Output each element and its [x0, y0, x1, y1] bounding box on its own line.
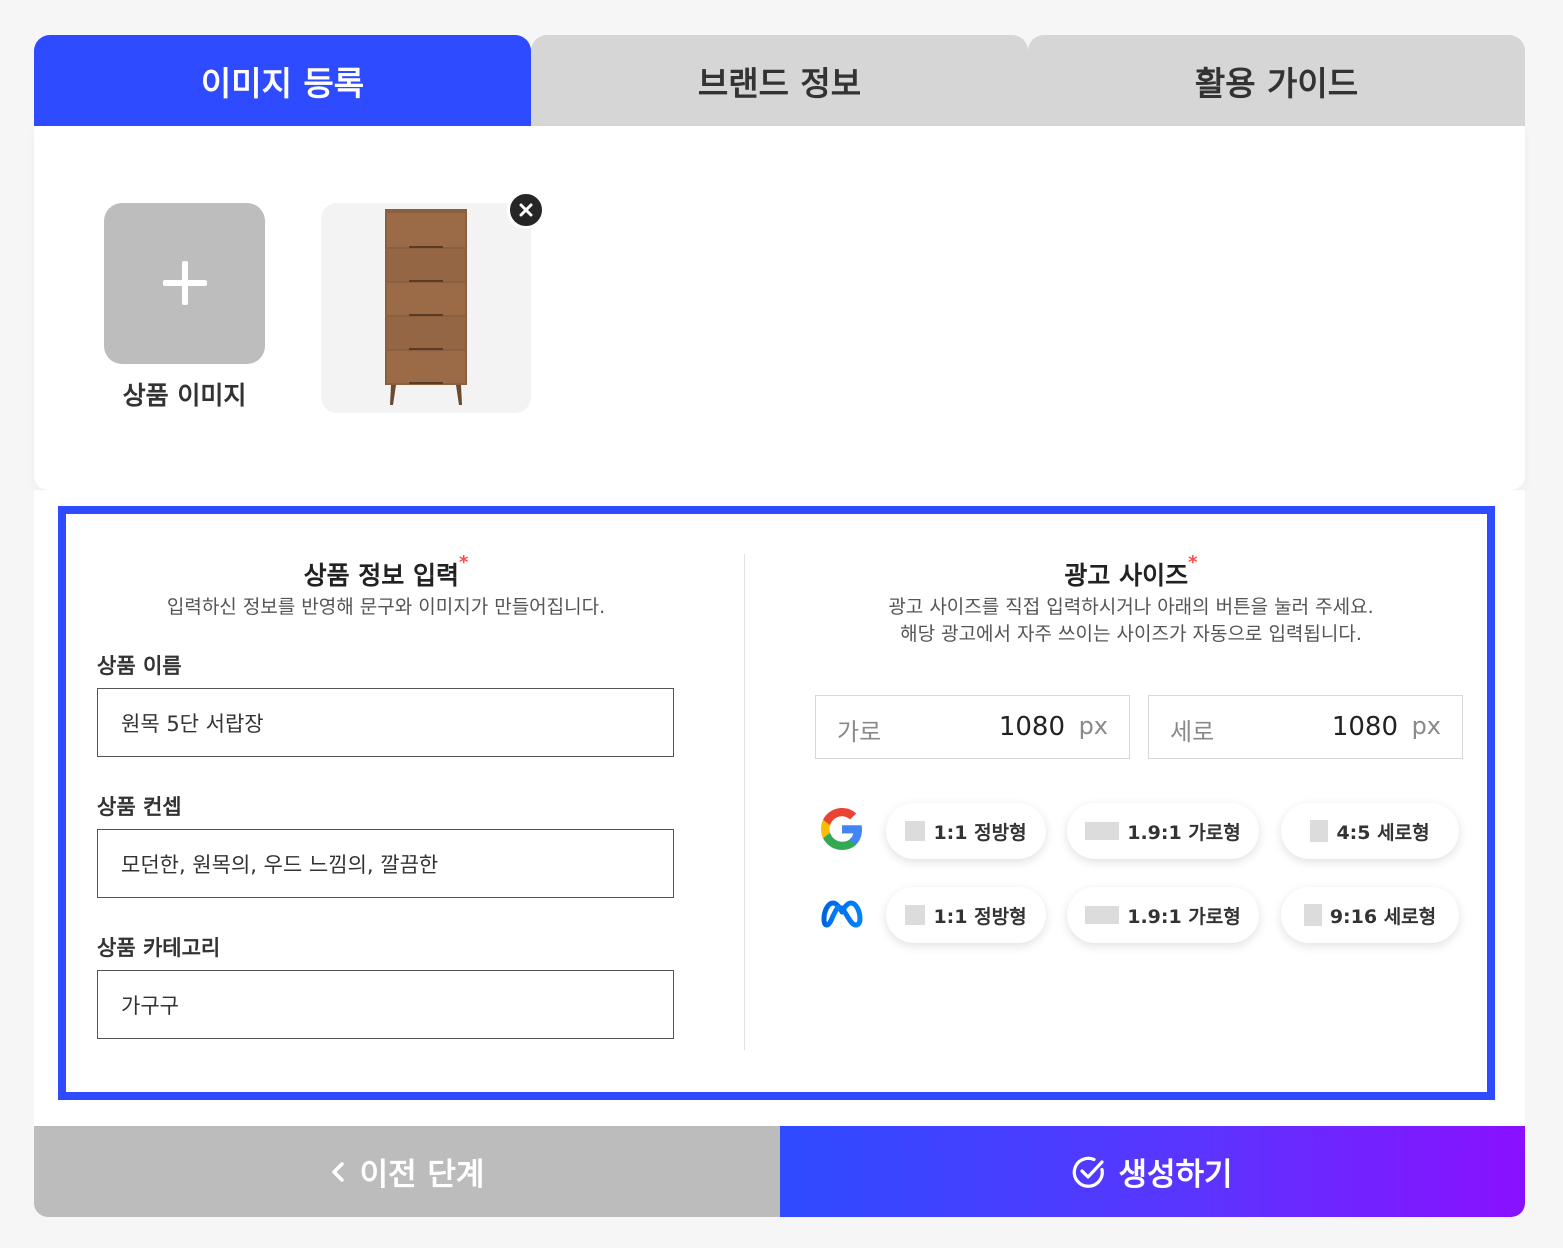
google-preset-1-9-1[interactable]: 1.9:1 가로형	[1067, 803, 1259, 859]
height-value: 1080	[1331, 712, 1398, 742]
landscape-shape-icon	[1085, 906, 1120, 924]
step-tabs: 이미지 등록 브랜드 정보 활용 가이드	[34, 35, 1525, 126]
width-input[interactable]: 가로 1080 px	[815, 695, 1130, 759]
previous-step-label: 이전 단계	[359, 1157, 485, 1193]
meta-preset-9-16[interactable]: 9:16 세로형	[1281, 887, 1459, 943]
product-category-label: 상품 카테고리	[97, 936, 221, 960]
width-unit: px	[1078, 712, 1108, 740]
plus-icon-vertical	[182, 261, 188, 305]
meta-preset-1-9-1[interactable]: 1.9:1 가로형	[1067, 887, 1259, 943]
height-label: 세로	[1170, 718, 1215, 746]
product-info-description: 입력하신 정보를 반영해 문구와 이미지가 만들어집니다.	[166, 596, 606, 618]
ad-size-description-1: 광고 사이즈를 직접 입력하시거나 아래의 버튼을 눌러 주세요.	[888, 596, 1374, 618]
form-box: 상품 정보 입력* 입력하신 정보를 반영해 문구와 이미지가 만들어집니다. …	[58, 506, 1495, 1100]
image-upload-card: 상품 이미지	[34, 126, 1525, 490]
google-preset-1-1[interactable]: 1:1 정방형	[886, 803, 1046, 859]
width-label: 가로	[837, 718, 882, 746]
preset-label: 1:1 정방형	[933, 905, 1027, 928]
preset-label: 1:1 정방형	[933, 821, 1027, 844]
meta-logo-icon	[821, 900, 863, 928]
product-info-title: 상품 정보 입력*	[66, 552, 706, 592]
add-image-label: 상품 이미지	[122, 381, 247, 410]
tab-usage-guide[interactable]: 활용 가이드	[1028, 35, 1525, 126]
meta-preset-1-1[interactable]: 1:1 정방형	[886, 887, 1046, 943]
preset-label: 4:5 세로형	[1336, 821, 1430, 844]
height-unit: px	[1411, 712, 1441, 740]
portrait-shape-icon	[1303, 904, 1322, 926]
add-image-button[interactable]	[104, 203, 265, 364]
ad-size-title-text: 광고 사이즈	[1064, 561, 1189, 590]
ad-size-description-2: 해당 광고에서 자주 쓰이는 사이즈가 자동으로 입력됩니다.	[900, 623, 1362, 645]
square-shape-icon	[905, 905, 926, 925]
required-mark: *	[459, 552, 469, 573]
tab-brand-info[interactable]: 브랜드 정보	[531, 35, 1028, 126]
ad-creator-panel: 이미지 등록 브랜드 정보 활용 가이드 상품 이미지 상품 정보 입력* 입력…	[34, 35, 1525, 1217]
column-divider	[744, 554, 745, 1050]
check-circle-icon	[1073, 1156, 1105, 1188]
previous-step-button[interactable]: 이전 단계	[34, 1126, 780, 1217]
bottom-actions: 이전 단계 생성하기	[34, 1126, 1525, 1217]
ad-size-title: 광고 사이즈*	[766, 552, 1496, 592]
product-name-label: 상품 이름	[97, 654, 182, 678]
landscape-shape-icon	[1085, 822, 1120, 840]
google-preset-4-5[interactable]: 4:5 세로형	[1281, 803, 1459, 859]
preset-label: 1.9:1 가로형	[1127, 905, 1241, 928]
product-category-input[interactable]: 가구구	[97, 970, 674, 1039]
google-logo-icon	[821, 808, 862, 850]
preset-label: 1.9:1 가로형	[1127, 821, 1241, 844]
chevron-left-icon	[331, 1161, 344, 1182]
dresser-image	[385, 209, 467, 405]
remove-image-button[interactable]	[507, 191, 545, 229]
product-concept-label: 상품 컨셉	[97, 795, 182, 819]
form-section: 상품 정보 입력* 입력하신 정보를 반영해 문구와 이미지가 만들어집니다. …	[34, 490, 1525, 1126]
product-concept-input[interactable]: 모던한, 원목의, 우드 느낌의, 깔끔한	[97, 829, 674, 898]
height-input[interactable]: 세로 1080 px	[1148, 695, 1463, 759]
width-value: 1080	[998, 712, 1065, 742]
square-shape-icon	[905, 821, 926, 841]
generate-button[interactable]: 생성하기	[780, 1126, 1525, 1217]
generate-label: 생성하기	[1118, 1157, 1233, 1193]
portrait-shape-icon	[1310, 820, 1329, 842]
preset-label: 9:16 세로형	[1329, 905, 1437, 928]
close-icon	[519, 203, 533, 217]
product-info-title-text: 상품 정보 입력	[303, 561, 459, 590]
required-mark: *	[1188, 552, 1198, 573]
product-image-thumbnail	[321, 203, 531, 413]
tab-image-register[interactable]: 이미지 등록	[34, 35, 531, 126]
product-name-input[interactable]: 원목 5단 서랍장	[97, 688, 674, 757]
